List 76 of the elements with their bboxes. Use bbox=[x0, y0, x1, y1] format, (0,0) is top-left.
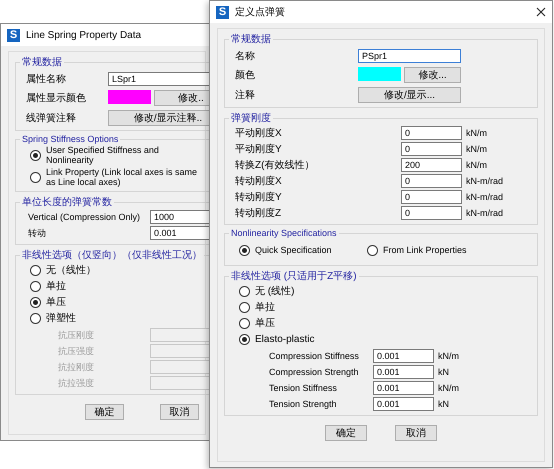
radio-option[interactable]: 弹塑性 bbox=[30, 311, 210, 325]
param-label: 抗拉刚度 bbox=[58, 360, 95, 374]
value-field[interactable]: 0 bbox=[401, 190, 462, 204]
unit-label: kN/m bbox=[465, 144, 488, 154]
field-label: 注释 bbox=[235, 88, 256, 102]
group-title: 常规数据 bbox=[21, 56, 63, 69]
dialog-button[interactable]: 取消 bbox=[160, 404, 199, 420]
group-title: 非线性选项（仅竖向）（仅非线性工况） bbox=[21, 248, 203, 262]
notes-button[interactable]: 修改/显示... bbox=[358, 87, 461, 103]
value-field[interactable]: 200 bbox=[401, 158, 462, 172]
radio-option[interactable]: 无（线性） bbox=[30, 263, 210, 277]
param-field[interactable]: 0.001 bbox=[373, 349, 434, 363]
value-field[interactable]: 0 bbox=[401, 174, 462, 188]
radio-option[interactable]: Quick Specification bbox=[239, 243, 367, 257]
unit-label: kN bbox=[437, 367, 450, 377]
group-title: Spring Stiffness Options bbox=[21, 134, 120, 144]
field-label: 平动刚度X bbox=[235, 126, 283, 140]
param-label: Tension Strength bbox=[269, 399, 338, 409]
dialog-button[interactable]: 确定 bbox=[325, 425, 367, 441]
radio-option[interactable]: 单压 bbox=[30, 295, 210, 309]
group-title: 弹簧刚度 bbox=[230, 112, 272, 125]
param-label: 抗压刚度 bbox=[58, 328, 95, 342]
field-label: 转动刚度Y bbox=[235, 190, 283, 204]
field-label: 属性名称 bbox=[26, 72, 67, 86]
field-label: 颜色 bbox=[235, 68, 256, 82]
radio-option[interactable]: 单拉 bbox=[30, 279, 210, 293]
window-title: 定义点弹簧 bbox=[235, 6, 286, 19]
app-logo-icon: S bbox=[7, 28, 20, 42]
app-logo-icon: S bbox=[216, 6, 229, 18]
unit-label: kN-m/rad bbox=[465, 208, 504, 218]
param-field[interactable]: 0.001 bbox=[373, 365, 434, 379]
value-field[interactable]: 0.001 bbox=[150, 226, 210, 240]
param-label: Compression Strength bbox=[269, 367, 360, 377]
group-title: 常规数据 bbox=[230, 32, 272, 46]
param-label: Tension Stiffness bbox=[269, 383, 338, 393]
radio-option[interactable]: 无 (线性) bbox=[239, 284, 527, 298]
dialog-button[interactable]: 取消 bbox=[395, 425, 437, 441]
field-label: 转动刚度X bbox=[235, 174, 283, 188]
unit-label: kN-m/rad bbox=[465, 192, 504, 202]
value-field[interactable]: 1000 bbox=[150, 210, 210, 224]
unit-label: kN/m bbox=[437, 383, 460, 393]
group-title: 单位长度的弹簧常数 bbox=[21, 196, 113, 209]
field-label: 转换Z(有效线性） bbox=[235, 158, 316, 172]
unit-label: kN-m/rad bbox=[465, 176, 504, 186]
radio-option[interactable]: From Link Properties bbox=[367, 243, 495, 257]
param-label: 抗压强度 bbox=[58, 344, 95, 358]
param-field[interactable]: 0.001 bbox=[373, 381, 434, 395]
field-label: 平动刚度Y bbox=[235, 142, 283, 156]
unit-label: kN/m bbox=[437, 351, 460, 361]
close-icon[interactable] bbox=[536, 7, 546, 17]
value-field[interactable]: 0 bbox=[401, 206, 462, 220]
radio-option[interactable]: Elasto-plastic bbox=[239, 332, 527, 346]
radio-option[interactable]: 单拉 bbox=[239, 300, 527, 314]
param-label: 抗拉强度 bbox=[58, 376, 95, 390]
field-label: 转动 bbox=[28, 226, 47, 240]
modify-button[interactable]: 修改... bbox=[404, 67, 461, 83]
group-title: Nonlinearity Specifications bbox=[230, 228, 338, 238]
value-field[interactable]: 0 bbox=[401, 126, 462, 140]
unit-label: kN bbox=[437, 399, 450, 409]
name-field[interactable]: PSpr1 bbox=[358, 49, 461, 63]
field-label: 线弹簧注释 bbox=[26, 112, 77, 125]
param-label: Compression Stiffness bbox=[269, 351, 360, 361]
radio-option[interactable]: User Specified Stiffness and Nonlinearity bbox=[30, 145, 206, 165]
param-field[interactable]: 0.001 bbox=[373, 397, 434, 411]
radio-option[interactable]: 单压 bbox=[239, 316, 527, 330]
field-label: 转动刚度Z bbox=[235, 206, 282, 220]
value-field[interactable]: 0 bbox=[401, 142, 462, 156]
dialog-button[interactable]: 确定 bbox=[85, 404, 124, 420]
unit-label: kN/m bbox=[465, 128, 488, 138]
field-label: 属性显示颜色 bbox=[26, 92, 87, 105]
field-label: 名称 bbox=[235, 50, 256, 63]
window-title: Line Spring Property Data bbox=[26, 30, 142, 40]
field-label: Vertical (Compression Only) bbox=[28, 212, 142, 222]
unit-label: kN/m bbox=[465, 160, 488, 170]
radio-option[interactable]: Link Property (Link local axes is same as Line local axes) bbox=[30, 167, 206, 187]
group-title: 非线性选项 (只适用于Z平移) bbox=[230, 270, 358, 283]
